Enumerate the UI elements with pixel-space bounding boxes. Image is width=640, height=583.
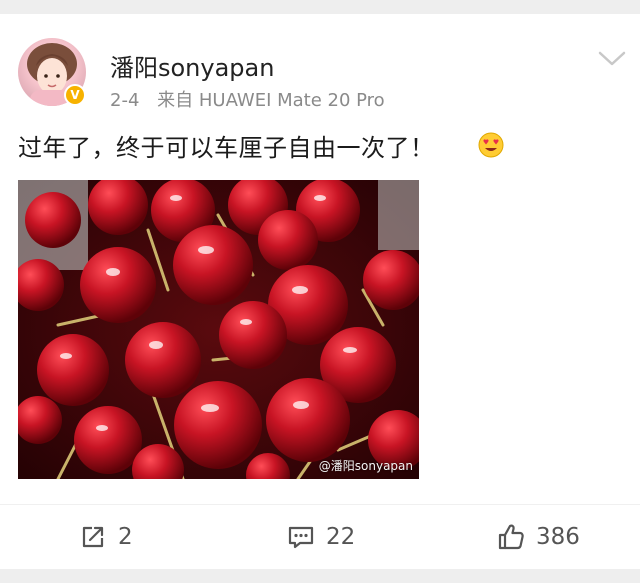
post-date: 2-4: [110, 90, 140, 111]
like-button[interactable]: 386: [496, 519, 580, 555]
repost-count: 2: [118, 524, 133, 550]
thumbs-up-icon: [498, 524, 524, 550]
comment-button[interactable]: 22: [286, 519, 355, 555]
divider: [0, 504, 640, 505]
heart-eyes-emoji-icon: [478, 132, 504, 158]
post-source: 来自 HUAWEI Mate 20 Pro: [157, 90, 385, 111]
cherries-image: [18, 180, 419, 479]
post-text: 过年了，终于可以车厘子自由一次了！: [18, 134, 435, 162]
comment-icon: [288, 526, 314, 549]
like-count: 386: [536, 524, 580, 550]
image-watermark: @潘阳sonyapan: [318, 459, 413, 473]
comment-count: 22: [326, 524, 356, 550]
cherries-photo[interactable]: @潘阳sonyapan: [18, 180, 419, 479]
post-meta: 2-4 来自 HUAWEI Mate 20 Pro: [110, 86, 397, 112]
repost-button[interactable]: 2: [78, 519, 133, 555]
weibo-post-card: V 潘阳sonyapan 2-4 来自 HUAWEI Mate 20 Pro 过…: [0, 14, 640, 569]
chevron-down-icon[interactable]: [597, 48, 627, 70]
author-name[interactable]: 潘阳sonyapan: [110, 48, 274, 83]
repost-icon: [82, 526, 104, 548]
verified-badge-icon: V: [64, 84, 86, 106]
